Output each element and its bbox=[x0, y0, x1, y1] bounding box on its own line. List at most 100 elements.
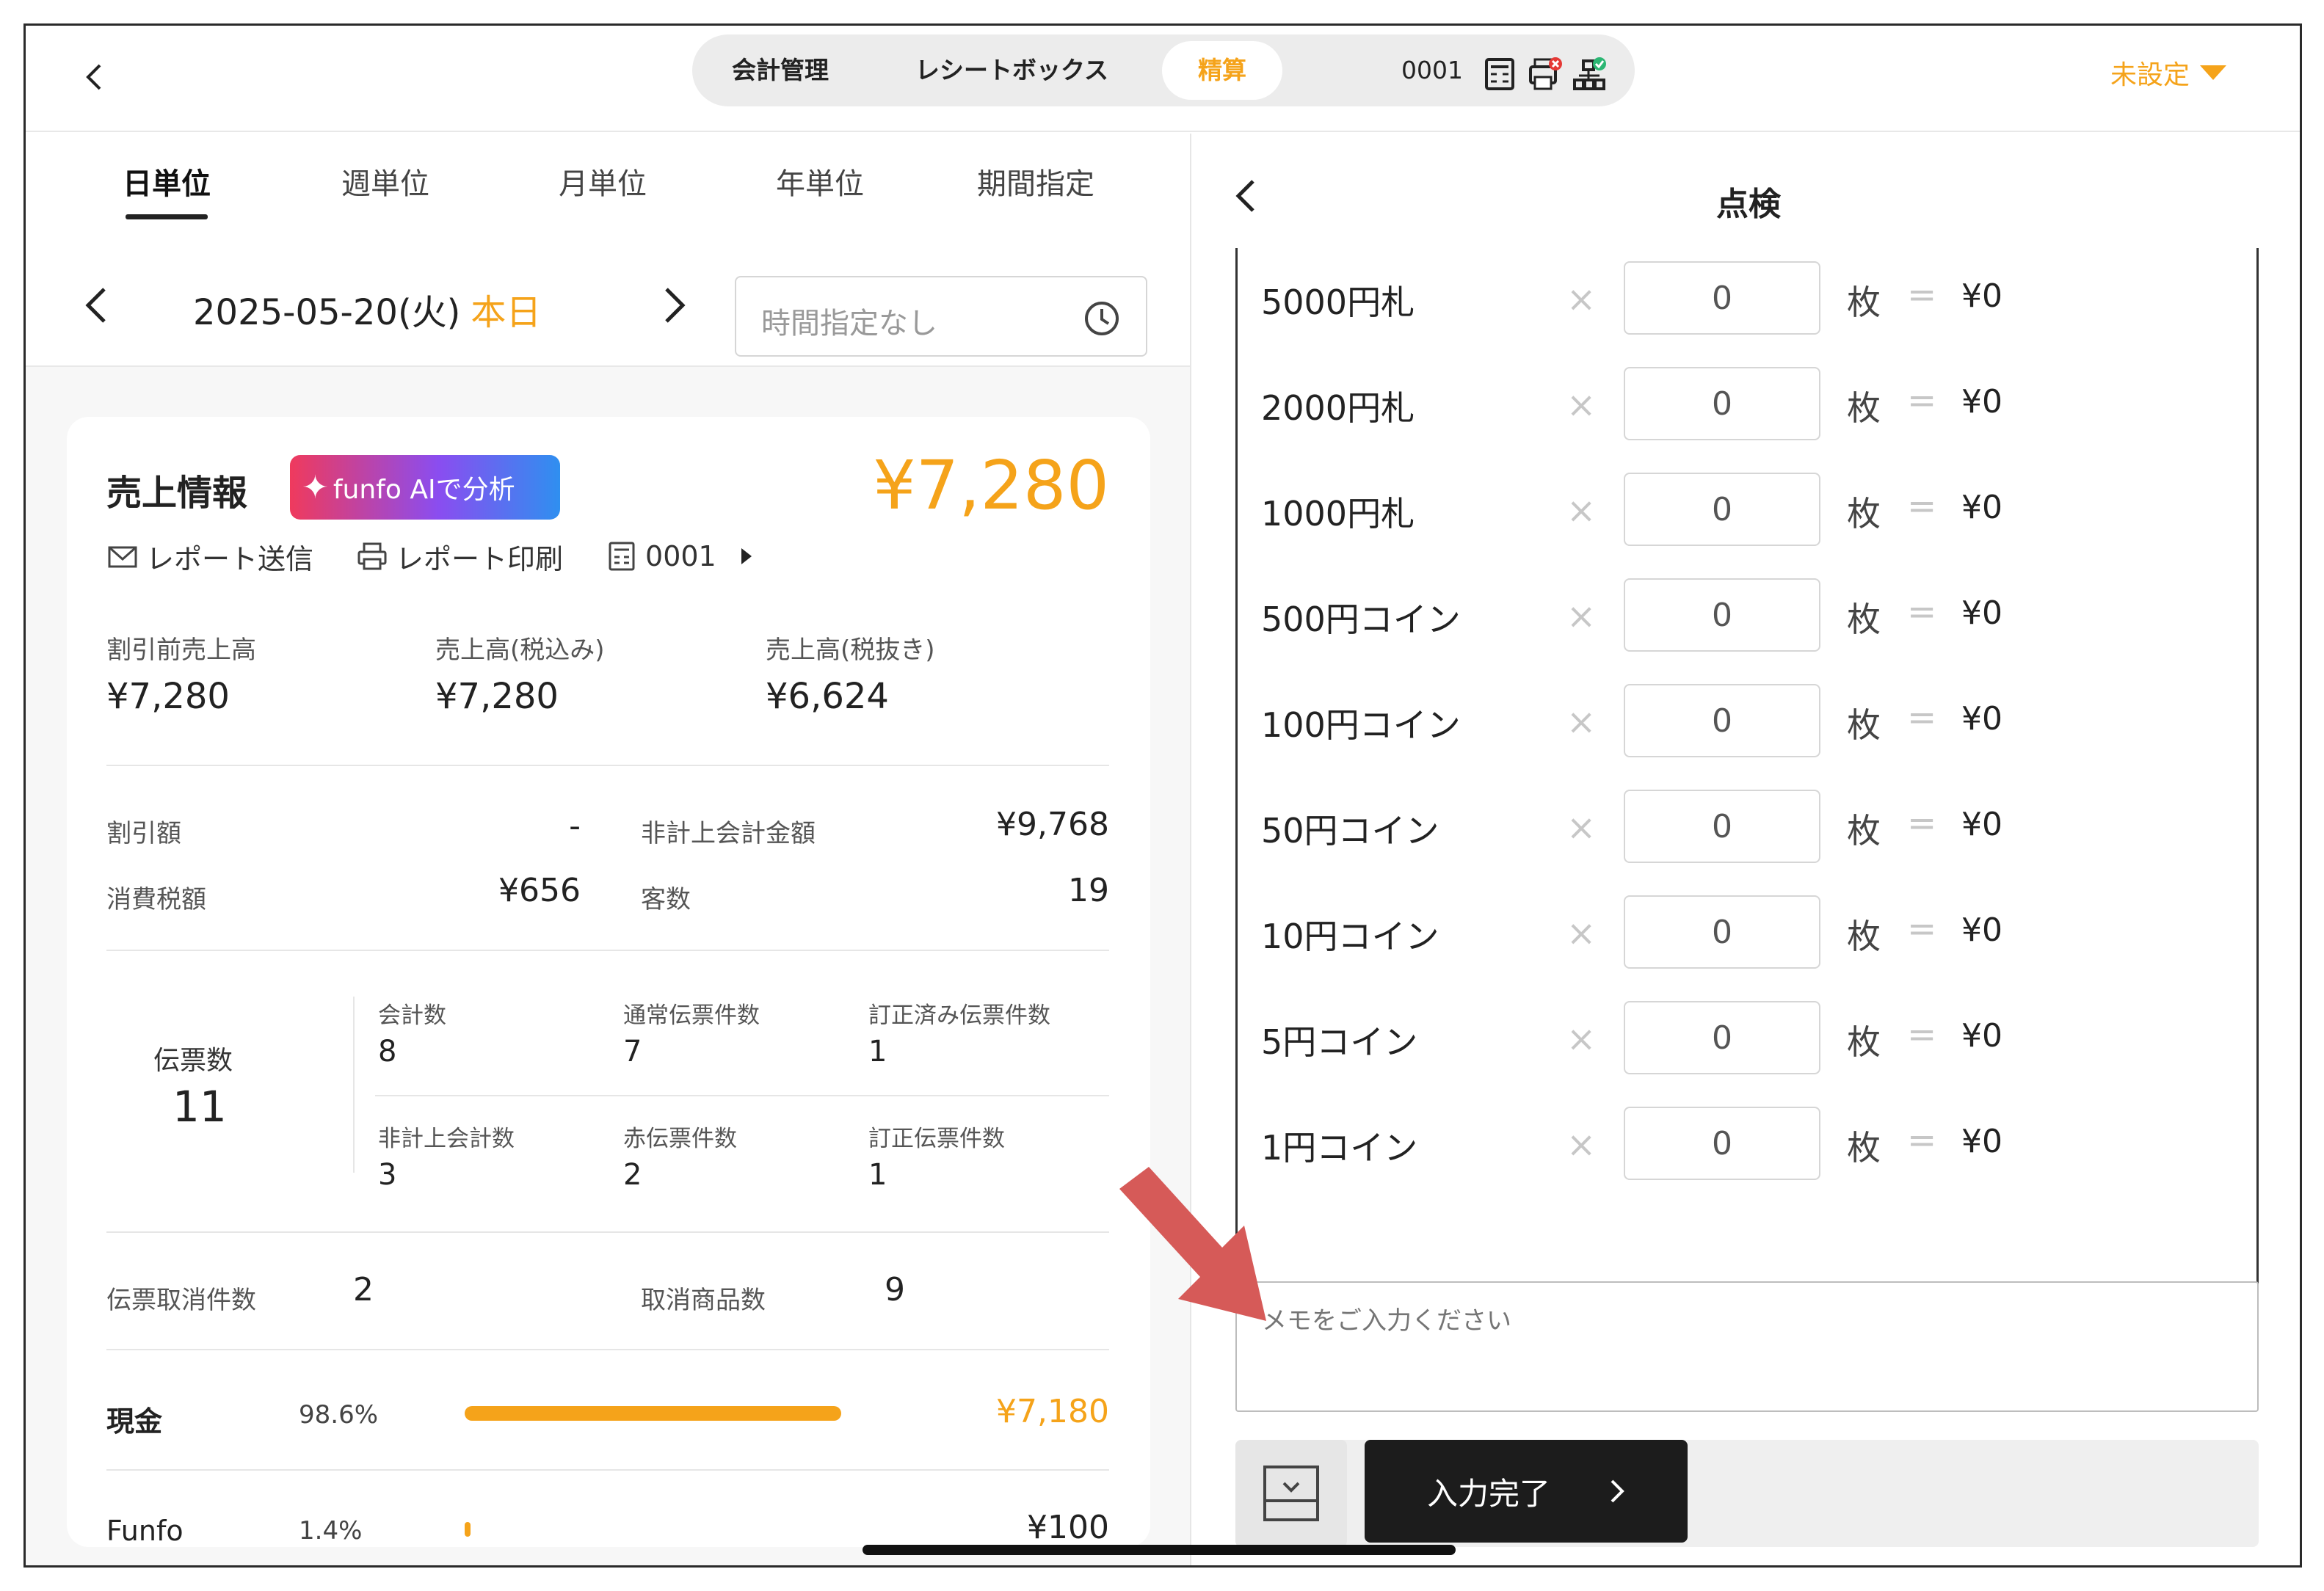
printer-icon bbox=[357, 542, 387, 570]
tab-settlement[interactable]: 精算 bbox=[1162, 41, 1282, 100]
denomination-amount: ¥0 bbox=[1961, 594, 2002, 632]
tax-amount-value: ¥656 bbox=[498, 872, 581, 909]
divider bbox=[106, 1469, 1109, 1471]
unit-label: 枚 bbox=[1847, 388, 1881, 428]
divider bbox=[106, 950, 1109, 951]
date-value: 2025-05-20(火) bbox=[193, 292, 461, 333]
denomination-qty-input[interactable]: 0 bbox=[1624, 578, 1820, 652]
mail-icon bbox=[108, 546, 137, 568]
equals-icon: = bbox=[1907, 1120, 1937, 1161]
denomination-label: 5000円札 bbox=[1261, 283, 1415, 322]
denomination-amount: ¥0 bbox=[1961, 383, 2002, 420]
chevron-left-icon bbox=[86, 64, 101, 90]
time-filter-placeholder: 時間指定なし bbox=[761, 307, 937, 341]
denomination-qty-input[interactable]: 0 bbox=[1624, 1001, 1820, 1074]
denomination-amount: ¥0 bbox=[1961, 489, 2002, 526]
denomination-row: 1000円札 × 0 枚 = ¥0 bbox=[1238, 459, 2256, 565]
print-report-button[interactable]: レポート印刷 bbox=[356, 536, 563, 577]
divider bbox=[106, 1349, 1109, 1350]
metric-gross-sales: 割引前売上高 ¥7,280 bbox=[106, 630, 256, 717]
tab-monthly[interactable]: 月単位 bbox=[559, 160, 647, 203]
denomination-amount: ¥0 bbox=[1961, 1123, 2002, 1160]
canceled-items-label: 取消商品数 bbox=[641, 1286, 766, 1315]
register-selector[interactable]: 0001 bbox=[606, 540, 752, 572]
cash-drawer-button[interactable] bbox=[1235, 1440, 1347, 1547]
unit-label: 枚 bbox=[1847, 600, 1881, 639]
report-actions: レポート送信 レポート印刷 0001 bbox=[106, 534, 794, 578]
register-icon bbox=[609, 542, 635, 571]
time-filter-input[interactable]: 時間指定なし bbox=[735, 276, 1147, 357]
unset-dropdown[interactable]: 未設定 bbox=[2110, 54, 2226, 92]
network-ok-icon[interactable] bbox=[1572, 57, 1607, 92]
denomination-row: 100円コイン × 0 枚 = ¥0 bbox=[1238, 671, 2256, 776]
date-bar: 2025-05-20(火) 本日 時間指定なし bbox=[26, 258, 1190, 367]
annotation-arrow-icon bbox=[1119, 1167, 1266, 1321]
register-icon[interactable] bbox=[1482, 57, 1517, 92]
canceled-slips-value: 2 bbox=[353, 1271, 374, 1308]
divider bbox=[375, 1095, 1109, 1096]
metric-value: ¥7,280 bbox=[435, 676, 559, 717]
ai-analyze-label: funfo AIで分析 bbox=[333, 475, 515, 505]
back-button[interactable] bbox=[71, 55, 115, 99]
multiply-icon: × bbox=[1566, 1019, 1597, 1060]
send-report-button[interactable]: レポート送信 bbox=[106, 536, 313, 577]
slip-stat-value: 8 bbox=[378, 1035, 397, 1068]
slip-stat-label: 非計上会計数 bbox=[378, 1126, 515, 1152]
metric-sales-excl-tax: 売上高(税抜き) ¥6,624 bbox=[766, 630, 935, 717]
vertical-divider bbox=[353, 997, 355, 1173]
discount-label: 割引額 bbox=[106, 819, 181, 848]
equals-icon: = bbox=[1907, 803, 1937, 844]
denomination-label: 1円コイン bbox=[1261, 1128, 1418, 1168]
metric-label: 割引前売上高 bbox=[106, 636, 256, 665]
denomination-qty-input[interactable]: 0 bbox=[1624, 367, 1820, 440]
tab-accounting[interactable]: 会計管理 bbox=[732, 34, 829, 106]
payment-share-bar bbox=[465, 1522, 471, 1537]
period-tabs: 日単位 週単位 月単位 年単位 期間指定 bbox=[26, 134, 1190, 258]
sales-total: ¥7,280 bbox=[873, 446, 1109, 525]
denomination-label: 500円コイン bbox=[1261, 600, 1461, 639]
active-tab-indicator bbox=[126, 214, 208, 219]
prev-date-button[interactable] bbox=[70, 276, 121, 335]
tab-daily[interactable]: 日単位 bbox=[123, 160, 211, 203]
unit-label: 枚 bbox=[1847, 494, 1881, 534]
denomination-qty-input[interactable]: 0 bbox=[1624, 261, 1820, 335]
tab-custom-period[interactable]: 期間指定 bbox=[977, 160, 1094, 203]
slip-stat-value: 2 bbox=[623, 1158, 642, 1192]
denomination-qty-input[interactable]: 0 bbox=[1624, 684, 1820, 757]
unit-label: 枚 bbox=[1847, 283, 1881, 322]
denomination-qty-input[interactable]: 0 bbox=[1624, 473, 1820, 546]
payment-method-percent: 1.4% bbox=[299, 1516, 363, 1546]
denomination-label: 10円コイン bbox=[1261, 917, 1439, 956]
denomination-qty-input[interactable]: 0 bbox=[1624, 790, 1820, 863]
unit-label: 枚 bbox=[1847, 811, 1881, 851]
cash-drawer-icon bbox=[1263, 1466, 1319, 1521]
denomination-row: 1円コイン × 0 枚 = ¥0 bbox=[1238, 1093, 2256, 1199]
input-complete-button[interactable]: 入力完了 bbox=[1365, 1440, 1688, 1543]
memo-input[interactable] bbox=[1235, 1281, 2259, 1412]
tab-yearly[interactable]: 年単位 bbox=[776, 160, 864, 203]
sparkle-icon: ✦ bbox=[302, 468, 329, 506]
denomination-row: 2000円札 × 0 枚 = ¥0 bbox=[1238, 354, 2256, 459]
multiply-icon: × bbox=[1566, 702, 1597, 743]
tax-amount-label: 消費税額 bbox=[106, 885, 206, 914]
print-report-label: レポート印刷 bbox=[396, 542, 564, 575]
metric-label: 売上高(税抜き) bbox=[766, 636, 935, 665]
denomination-qty-input[interactable]: 0 bbox=[1624, 1107, 1820, 1180]
payment-share-bar bbox=[465, 1406, 841, 1421]
tab-receipt-box[interactable]: レシートボックス bbox=[915, 34, 1108, 106]
chevron-right-icon bbox=[665, 288, 686, 323]
denomination-list: 5000円札 × 0 枚 = ¥0 2000円札 × 0 枚 = ¥0 1000円札 × 0 枚 = ¥0 500円… bbox=[1235, 248, 2259, 1352]
today-label: 本日 bbox=[471, 292, 542, 333]
non-booked-amount-label: 非計上会計金額 bbox=[641, 819, 816, 848]
caret-down-icon bbox=[2200, 65, 2226, 80]
tab-weekly[interactable]: 週単位 bbox=[341, 160, 429, 203]
current-date: 2025-05-20(火) 本日 bbox=[193, 283, 541, 335]
printer-error-icon[interactable] bbox=[1528, 57, 1563, 92]
metric-value: ¥7,280 bbox=[106, 676, 230, 717]
next-date-button[interactable] bbox=[650, 276, 701, 335]
denomination-amount: ¥0 bbox=[1961, 700, 2002, 738]
denomination-qty-input[interactable]: 0 bbox=[1624, 895, 1820, 969]
canceled-slips-label: 伝票取消件数 bbox=[106, 1286, 256, 1315]
ai-analyze-button[interactable]: ✦ funfo AIで分析 bbox=[290, 455, 560, 520]
multiply-icon: × bbox=[1566, 913, 1597, 954]
